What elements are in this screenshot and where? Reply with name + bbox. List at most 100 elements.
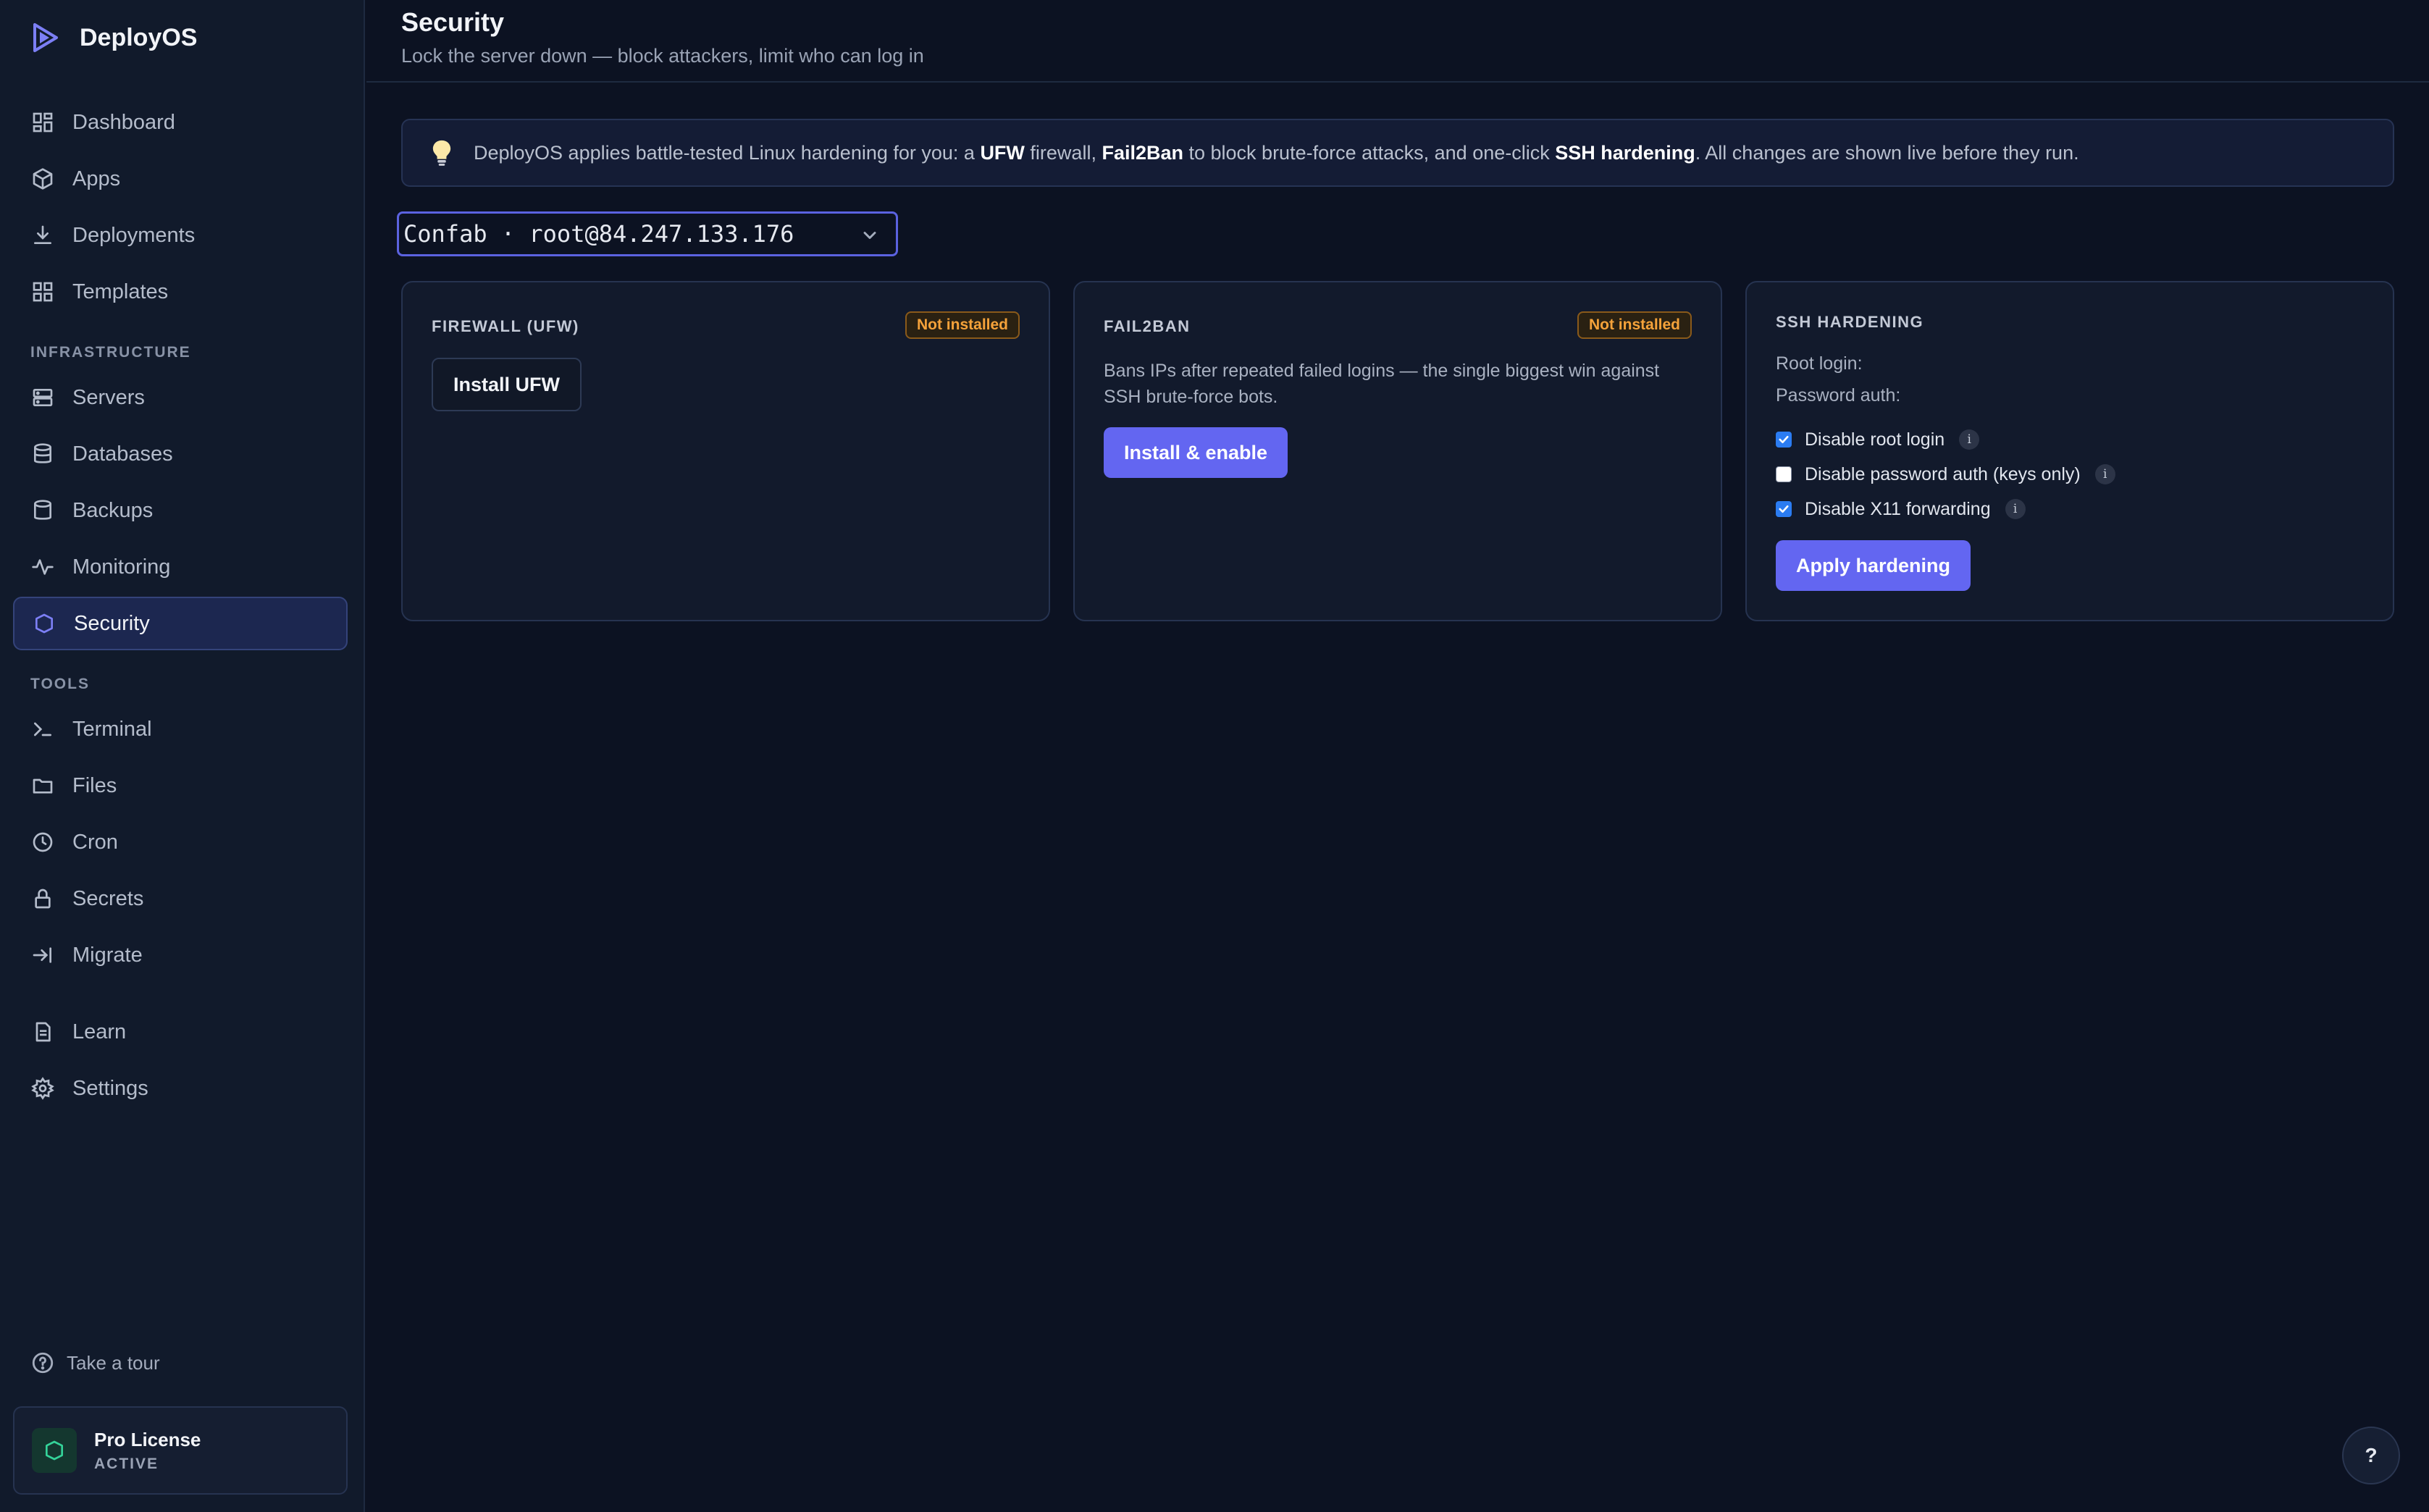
- sidebar-item-label: Monitoring: [72, 555, 171, 579]
- terminal-icon: [30, 717, 55, 742]
- sidebar-item-label: Deployments: [72, 223, 196, 247]
- banner-ufw: UFW: [980, 141, 1025, 164]
- apply-hardening-button[interactable]: Apply hardening: [1776, 540, 1971, 591]
- license-status: ACTIVE: [94, 1455, 159, 1472]
- license-title: Pro License: [94, 1428, 201, 1450]
- sidebar-item-settings[interactable]: Settings: [13, 1062, 348, 1115]
- checkbox-checked[interactable]: [1776, 501, 1792, 517]
- brand[interactable]: DeployOS: [29, 19, 197, 56]
- sidebar-item-databases[interactable]: Databases: [13, 427, 348, 481]
- database-icon: [30, 442, 55, 466]
- tour-label: Take a tour: [67, 1351, 160, 1374]
- section-label-infrastructure: INFRASTRUCTURE: [30, 344, 191, 361]
- app-root: DeployOS Dashboard Apps Deployments Temp…: [0, 0, 2429, 1512]
- box-icon: [30, 167, 55, 191]
- banner-fail2ban: Fail2Ban: [1102, 141, 1183, 164]
- sidebar-item-servers[interactable]: Servers: [13, 371, 348, 424]
- app-name: DeployOS: [80, 23, 198, 51]
- info-icon[interactable]: i: [2005, 499, 2026, 519]
- sidebar-item-terminal[interactable]: Terminal: [13, 702, 348, 756]
- firewall-card-title: FIREWALL (UFW): [432, 317, 579, 335]
- sidebar-item-label: Settings: [72, 1076, 148, 1100]
- sidebar-item-templates[interactable]: Templates: [13, 265, 348, 319]
- sidebar-item-monitoring[interactable]: Monitoring: [13, 540, 348, 594]
- fail2ban-status-badge: Not installed: [1577, 311, 1692, 339]
- sidebar-item-label: Security: [74, 611, 150, 635]
- option-label: Disable root login: [1805, 429, 1945, 450]
- take-a-tour-link[interactable]: Take a tour: [30, 1348, 160, 1377]
- sidebar-item-label: Servers: [72, 385, 145, 409]
- sidebar-item-deployments[interactable]: Deployments: [13, 209, 348, 262]
- license-shield-icon: [32, 1428, 77, 1473]
- info-banner: DeployOS applies battle-tested Linux har…: [401, 119, 2394, 187]
- clock-icon: [30, 830, 55, 854]
- install-ufw-button[interactable]: Install UFW: [432, 358, 582, 411]
- license-card[interactable]: Pro License ACTIVE: [13, 1406, 348, 1495]
- banner-text: DeployOS applies battle-tested Linux har…: [474, 141, 2079, 164]
- chevron-down-icon: [863, 232, 876, 239]
- ssh-card-title: SSH HARDENING: [1776, 313, 1924, 331]
- server-select[interactable]: Confab · root@84.247.133.176: [397, 211, 898, 256]
- lightbulb-icon: [432, 140, 451, 166]
- download-icon: [30, 223, 55, 248]
- fail2ban-card-title: FAIL2BAN: [1104, 317, 1191, 335]
- sidebar-item-label: Databases: [72, 442, 173, 466]
- help-circle-icon: [32, 1352, 54, 1374]
- option-disable-root-login[interactable]: Disable root login i: [1776, 427, 1980, 452]
- sidebar-item-secrets[interactable]: Secrets: [13, 872, 348, 925]
- shield-icon: [32, 611, 56, 636]
- section-label-tools: TOOLS: [30, 676, 90, 692]
- info-icon[interactable]: i: [1959, 429, 1980, 450]
- firewall-card: FIREWALL (UFW) Not installed Install UFW: [401, 281, 1050, 621]
- sidebar-item-cron[interactable]: Cron: [13, 815, 348, 869]
- sidebar-item-learn[interactable]: Learn: [13, 1005, 348, 1059]
- sidebar-item-label: Cron: [72, 830, 118, 854]
- page-title: Security: [401, 7, 505, 37]
- help-button[interactable]: ?: [2342, 1427, 2400, 1484]
- grid-icon: [30, 280, 55, 304]
- sidebar-item-apps[interactable]: Apps: [13, 152, 348, 206]
- folder-icon: [30, 773, 55, 798]
- install-enable-button[interactable]: Install & enable: [1104, 427, 1288, 478]
- migrate-icon: [30, 943, 55, 967]
- sidebar-item-migrate[interactable]: Migrate: [13, 928, 348, 982]
- option-disable-password-auth[interactable]: Disable password auth (keys only) i: [1776, 462, 2115, 487]
- activity-icon: [30, 555, 55, 579]
- checkbox-unchecked[interactable]: [1776, 466, 1792, 482]
- sidebar-item-label: Templates: [72, 280, 169, 303]
- fail2ban-description: Bans IPs after repeated failed logins — …: [1104, 361, 1660, 407]
- sidebar: DeployOS Dashboard Apps Deployments Temp…: [0, 0, 365, 1512]
- fail2ban-card: FAIL2BAN Not installed Bans IPs after re…: [1073, 281, 1722, 621]
- page-header: Security Lock the server down — block at…: [366, 0, 2429, 83]
- sidebar-item-label: Files: [72, 773, 117, 797]
- sidebar-item-label: Terminal: [72, 717, 152, 741]
- sidebar-item-label: Backups: [72, 498, 154, 522]
- sidebar-item-label: Migrate: [72, 943, 143, 967]
- sidebar-item-dashboard[interactable]: Dashboard: [13, 96, 348, 149]
- page-subtitle: Lock the server down — block attackers, …: [401, 45, 924, 67]
- ssh-hardening-card: SSH HARDENING Root login: Password auth:…: [1745, 281, 2394, 621]
- sidebar-item-label: Secrets: [72, 886, 144, 910]
- option-label: Disable X11 forwarding: [1805, 498, 1991, 519]
- checkbox-checked[interactable]: [1776, 432, 1792, 448]
- document-icon: [30, 1020, 55, 1044]
- password-auth-label: Password auth:: [1776, 385, 1901, 406]
- option-disable-x11-forwarding[interactable]: Disable X11 forwarding i: [1776, 497, 2026, 521]
- gear-icon: [30, 1076, 55, 1101]
- server-icon: [30, 385, 55, 410]
- firewall-status-badge: Not installed: [905, 311, 1020, 339]
- info-icon[interactable]: i: [2094, 464, 2115, 484]
- backup-icon: [30, 498, 55, 523]
- root-login-label: Root login:: [1776, 353, 1863, 374]
- lock-icon: [30, 886, 55, 911]
- sidebar-item-files[interactable]: Files: [13, 759, 348, 812]
- dashboard-icon: [30, 110, 55, 135]
- deployos-logo-icon: [33, 23, 58, 52]
- banner-ssh-hardening: SSH hardening: [1555, 141, 1695, 164]
- server-select-value: Confab · root@84.247.133.176: [403, 220, 794, 248]
- option-label: Disable password auth (keys only): [1805, 463, 2081, 484]
- sidebar-item-label: Dashboard: [72, 110, 175, 134]
- sidebar-item-security[interactable]: Security: [13, 597, 348, 650]
- sidebar-item-backups[interactable]: Backups: [13, 484, 348, 537]
- sidebar-item-label: Apps: [72, 167, 121, 190]
